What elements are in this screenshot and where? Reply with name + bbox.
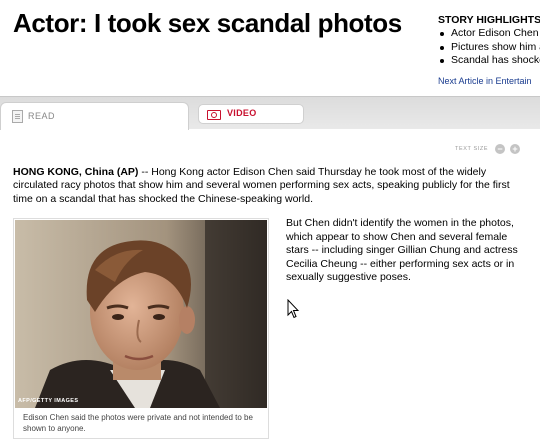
next-article-link[interactable]: Next Article in Entertain: [438, 76, 540, 86]
story-highlights: STORY HIGHLIGHTS Actor Edison Chen sa Pi…: [438, 14, 540, 68]
highlight-item: Scandal has shocked: [438, 54, 540, 68]
photo-credit: AFP/GETTY IMAGES: [18, 398, 79, 404]
story-highlights-list: Actor Edison Chen sa Pictures show him a…: [438, 27, 540, 68]
mouse-cursor-icon: [287, 299, 299, 319]
article-lead-paragraph: HONG KONG, China (AP) -- Hong Kong actor…: [13, 166, 528, 206]
text-size-decrease-button[interactable]: −: [495, 144, 505, 154]
article-dateline: HONG KONG, China (AP): [13, 166, 139, 178]
article-photo[interactable]: AFP/GETTY IMAGES: [15, 220, 267, 408]
tab-read-label: READ: [28, 111, 56, 121]
document-icon: [12, 110, 23, 123]
article-paragraph: But Chen didn't identify the women in th…: [286, 217, 518, 283]
video-camera-icon: [207, 110, 221, 120]
text-size-label: TEXT SIZE: [455, 146, 489, 152]
article-photo-box: AFP/GETTY IMAGES Edison Chen said the ph…: [13, 218, 269, 439]
tab-read[interactable]: READ: [0, 102, 189, 130]
highlight-item: Pictures show him ar: [438, 41, 540, 55]
content-tab-bar: READ VIDEO: [0, 96, 540, 130]
portrait-image: [15, 220, 267, 408]
page-headline: Actor: I took sex scandal photos: [13, 8, 402, 38]
story-highlights-title: STORY HIGHLIGHTS: [438, 14, 540, 26]
tab-video-label: VIDEO: [227, 108, 257, 118]
highlight-item: Actor Edison Chen sa: [438, 27, 540, 41]
tab-video[interactable]: VIDEO: [198, 104, 304, 124]
photo-caption: Edison Chen said the photos were private…: [23, 413, 253, 433]
text-size-increase-button[interactable]: +: [510, 144, 520, 154]
